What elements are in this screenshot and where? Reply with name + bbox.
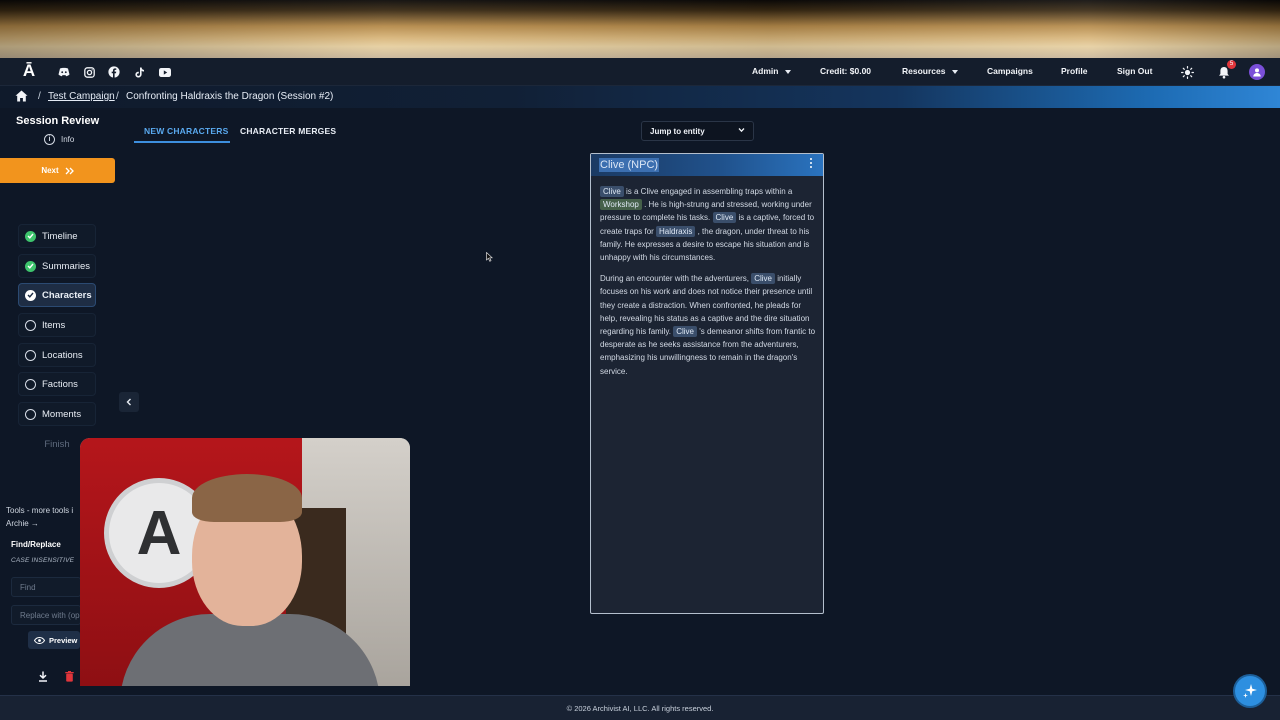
find-replace-title: Find/Replace xyxy=(11,540,61,549)
next-button[interactable]: Next xyxy=(0,158,115,183)
resources-label: Resources xyxy=(902,66,946,76)
collapse-sidebar-button[interactable] xyxy=(119,392,139,412)
step-characters[interactable]: Characters xyxy=(18,283,96,307)
step-timeline[interactable]: Timeline xyxy=(18,224,96,248)
find-input[interactable]: Find xyxy=(11,577,81,597)
step-label: Characters xyxy=(42,289,92,301)
description-paragraph: During an encounter with the adventurers… xyxy=(600,272,816,378)
next-label: Next xyxy=(41,166,59,175)
theme-toggle-sun-icon[interactable] xyxy=(1180,65,1194,79)
step-items[interactable]: Items xyxy=(18,313,96,337)
active-tab-indicator xyxy=(134,141,230,143)
signout-link[interactable]: Sign Out xyxy=(1117,66,1152,76)
breadcrumb: / Test Campaign / Confronting Haldraxis … xyxy=(0,86,1280,108)
preview-label: Preview xyxy=(49,635,78,645)
tab-character-merges[interactable]: CHARACTER MERGES xyxy=(240,126,336,136)
webcam-person-hair xyxy=(192,474,302,522)
home-icon[interactable] xyxy=(15,90,28,105)
entity-card: Clive (NPC) Clive is a Clive engaged in … xyxy=(590,153,824,614)
entity-tag[interactable]: Clive xyxy=(712,212,737,224)
jump-to-entity-select[interactable]: Jump to entity xyxy=(641,121,754,141)
entity-card-header: Clive (NPC) xyxy=(591,154,823,176)
text-run: During an encounter with the adventurers… xyxy=(600,274,752,284)
entity-tag[interactable]: Clive xyxy=(673,326,697,338)
discord-icon[interactable] xyxy=(57,65,71,79)
empty-circle-icon xyxy=(25,319,36,331)
campaigns-link[interactable]: Campaigns xyxy=(987,66,1033,76)
step-label: Summaries xyxy=(42,260,91,272)
tools-note[interactable]: Tools - more tools i Archie → xyxy=(6,504,80,530)
entity-title[interactable]: Clive (NPC) xyxy=(599,158,660,172)
background-photo-strip xyxy=(0,0,1280,58)
info-label: Info xyxy=(61,135,75,144)
empty-circle-icon xyxy=(25,408,36,420)
step-label: Timeline xyxy=(42,230,78,242)
empty-circle-icon xyxy=(25,349,36,361)
preview-button[interactable]: Preview xyxy=(28,631,80,649)
step-factions[interactable]: Factions xyxy=(18,372,96,396)
notification-count-badge: 5 xyxy=(1227,60,1236,69)
caret-down-icon xyxy=(952,69,959,74)
entity-tag[interactable]: Clive xyxy=(751,273,775,285)
description-paragraph: Clive is a Clive engaged in assembling t… xyxy=(600,185,816,264)
text-run: is a Clive engaged in assembling traps w… xyxy=(623,187,793,196)
info-link[interactable]: i Info xyxy=(44,134,74,145)
step-label: Items xyxy=(42,319,66,331)
step-label: Factions xyxy=(42,378,78,390)
check-circle-icon xyxy=(25,289,36,301)
footer: © 2026 Archivist AI, LLC. All rights res… xyxy=(0,695,1280,720)
entity-tag[interactable]: Haldraxis xyxy=(656,225,696,237)
credit-display[interactable]: Credit: $0.00 xyxy=(820,66,871,76)
step-label: Moments xyxy=(42,408,82,420)
eye-icon xyxy=(34,636,45,644)
download-icon[interactable] xyxy=(38,669,48,687)
replace-input[interactable]: Replace with (op xyxy=(11,605,81,625)
top-navbar: Ā Admin Credit: $0.00 Resources Campaign… xyxy=(0,58,1280,86)
instagram-icon[interactable] xyxy=(82,65,96,79)
jump-to-entity-label: Jump to entity xyxy=(650,127,705,136)
step-locations[interactable]: Locations xyxy=(18,343,96,367)
youtube-icon[interactable] xyxy=(158,65,172,79)
check-circle-icon xyxy=(25,260,36,272)
mouse-cursor-icon xyxy=(486,249,494,267)
sparkle-icon xyxy=(1243,684,1257,698)
step-moments[interactable]: Moments xyxy=(18,402,96,426)
breadcrumb-separator: / xyxy=(38,91,41,102)
admin-label: Admin xyxy=(752,66,779,76)
caret-down-icon xyxy=(785,69,792,74)
archivist-logo[interactable]: Ā xyxy=(20,61,38,81)
case-insensitive-label: CASE INSENSITIVE xyxy=(11,557,75,564)
admin-menu[interactable]: Admin xyxy=(752,66,792,76)
ai-assistant-button[interactable] xyxy=(1235,676,1265,706)
location-tag[interactable]: Workshop xyxy=(600,199,642,211)
entity-tag[interactable]: Clive xyxy=(600,186,624,197)
user-avatar[interactable] xyxy=(1249,64,1265,80)
session-review-title: Session Review xyxy=(16,115,100,127)
tab-new-characters[interactable]: NEW CHARACTERS xyxy=(144,126,229,136)
trash-icon[interactable] xyxy=(65,669,74,687)
step-label: Locations xyxy=(42,349,83,361)
check-circle-icon xyxy=(25,230,36,242)
resources-menu[interactable]: Resources xyxy=(902,66,959,76)
kebab-menu-icon[interactable] xyxy=(810,158,814,170)
profile-link[interactable]: Profile xyxy=(1061,66,1087,76)
chevron-down-icon xyxy=(738,128,745,133)
breadcrumb-campaign-link[interactable]: Test Campaign xyxy=(48,91,115,102)
breadcrumb-session: Confronting Haldraxis the Dragon (Sessio… xyxy=(126,91,334,102)
breadcrumb-separator: / xyxy=(116,91,119,102)
chevron-left-icon xyxy=(126,398,131,406)
step-summaries[interactable]: Summaries xyxy=(18,254,96,278)
entity-description[interactable]: Clive is a Clive engaged in assembling t… xyxy=(600,185,816,386)
empty-circle-icon xyxy=(25,378,36,390)
tiktok-icon[interactable] xyxy=(133,65,147,79)
webcam-overlay: A xyxy=(80,438,410,686)
copyright-text: © 2026 Archivist AI, LLC. All rights res… xyxy=(566,704,714,713)
double-chevron-right-icon xyxy=(65,167,74,174)
facebook-icon[interactable] xyxy=(107,65,121,79)
info-icon: i xyxy=(44,134,55,145)
